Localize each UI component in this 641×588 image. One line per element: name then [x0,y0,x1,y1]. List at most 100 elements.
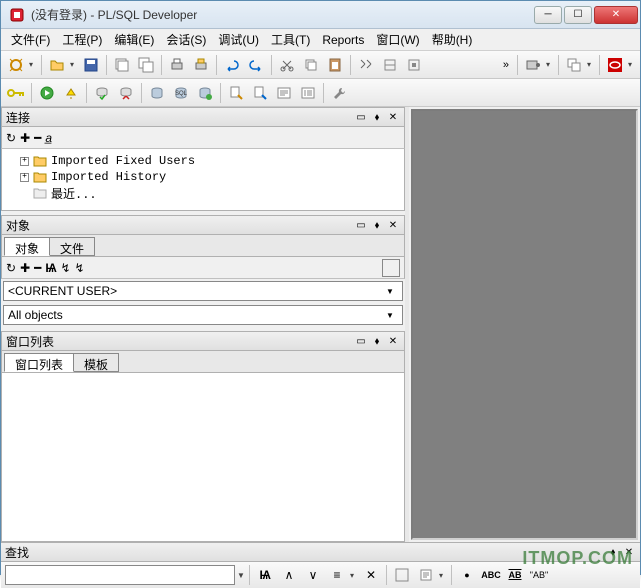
key-button[interactable] [5,82,27,104]
obj-panel-menu-icon[interactable]: ▭ [354,218,368,232]
find-all-icon[interactable]: ≡ [326,564,348,586]
conn-panel-menu-icon[interactable]: ▭ [354,110,368,124]
winlist-tab-template[interactable]: 模板 [73,353,119,372]
find-history-icon[interactable]: ▼ [237,571,245,580]
obj-panel-header: 对象 ▭ ⬧ ✕ [1,215,405,235]
menu-help[interactable]: 帮助(H) [426,29,479,50]
conn-rename-icon[interactable]: a̲ [45,131,52,145]
tree-item[interactable]: + Imported Fixed Users [6,153,400,169]
redo-button[interactable] [245,54,267,76]
explain-button[interactable] [273,82,295,104]
obj-filter-button[interactable] [382,259,400,277]
chevron-down-icon: ▼ [382,311,398,320]
open-button[interactable] [46,54,68,76]
expand-icon[interactable]: + [20,173,29,182]
compile-button[interactable] [225,82,247,104]
obj-panel-pin-icon[interactable]: ⬧ [370,218,384,232]
copy-button[interactable] [300,54,322,76]
user-combo-value: <CURRENT USER> [8,284,382,298]
winlist-pin-icon[interactable]: ⬧ [370,334,384,348]
tree-item[interactable]: 最近... [6,185,400,201]
db3-button[interactable] [194,82,216,104]
conn-panel-pin-icon[interactable]: ⬧ [370,110,384,124]
find-quote-icon[interactable]: "AB" [528,564,550,586]
new-button[interactable] [5,54,27,76]
list-button[interactable] [297,82,319,104]
new-win-button[interactable] [111,54,133,76]
find-prev-icon[interactable]: ∧ [278,564,300,586]
obj-panel-close-icon[interactable]: ✕ [386,218,400,232]
tree-item[interactable]: + Imported History [6,169,400,185]
obj-tab-files[interactable]: 文件 [49,237,95,256]
folder-icon [33,171,47,183]
winlist-tab-list[interactable]: 窗口列表 [4,353,74,372]
beautify-button[interactable] [249,82,271,104]
find-close2-icon[interactable]: ✕ [360,564,382,586]
menu-project[interactable]: 工程(P) [56,29,108,50]
find-close-icon[interactable]: ✕ [622,545,636,559]
menu-tool[interactable]: 工具(T) [265,29,316,50]
menu-edit[interactable]: 编辑(E) [108,29,160,50]
winlist-close-icon[interactable]: ✕ [386,334,400,348]
find-pin-icon[interactable]: ⬧ [606,545,620,559]
find-case-icon[interactable]: ABC [480,564,502,586]
obj-find-prev-icon[interactable]: ↯ [75,261,85,275]
commit-button[interactable] [91,82,113,104]
find-opt1-icon[interactable] [391,564,413,586]
paste-button[interactable] [324,54,346,76]
save-button[interactable] [80,54,102,76]
cut-button[interactable] [276,54,298,76]
obj-refresh-icon[interactable]: ↻ [6,261,16,275]
obj-remove-icon[interactable]: ━ [34,261,41,275]
menu-reports[interactable]: Reports [316,31,370,49]
rollback-button[interactable] [115,82,137,104]
db2-button[interactable]: SQL [170,82,192,104]
print-button[interactable] [166,54,188,76]
menu-window[interactable]: 窗口(W) [370,29,425,50]
maximize-button[interactable]: ☐ [564,6,592,24]
conn-panel-close-icon[interactable]: ✕ [386,110,400,124]
db1-button[interactable] [146,82,168,104]
conn-refresh-icon[interactable]: ↻ [6,131,16,145]
find-button[interactable] [355,54,377,76]
print-setup-button[interactable] [190,54,212,76]
find-next-icon[interactable]: ∨ [302,564,324,586]
main-toolbar: ▾ ▾ » ▾ ▾ ▾ [1,51,640,79]
user-combo[interactable]: <CURRENT USER> ▼ [3,281,403,301]
menu-file[interactable]: 文件(F) [5,29,56,50]
close-button[interactable]: ✕ [594,6,638,24]
find-binoculars-icon[interactable]: Ѩ [254,564,276,586]
find-opt2-icon[interactable] [415,564,437,586]
winlist-tabs: 窗口列表 模板 [1,351,405,373]
copy-win-button[interactable] [135,54,157,76]
filter-combo[interactable]: All objects ▼ [3,305,403,325]
find-word-icon[interactable]: AB [504,564,526,586]
obj-toolbar: ↻ ✚ ━ Ѩ ↯ ↯ [1,257,405,279]
replace-button[interactable] [379,54,401,76]
menu-session[interactable]: 会话(S) [160,29,212,50]
stop-button[interactable] [60,82,82,104]
conn-add-icon[interactable]: ✚ [20,131,30,145]
find-regex-icon[interactable]: ● [456,564,478,586]
cascade-button[interactable] [563,54,585,76]
tree-item-label: Imported History [51,170,166,184]
obj-tab-objects[interactable]: 对象 [4,237,50,256]
winlist-menu-icon[interactable]: ▭ [354,334,368,348]
minimize-button[interactable]: ─ [534,6,562,24]
toolbar-overflow-1[interactable]: » [499,59,513,71]
obj-add-icon[interactable]: ✚ [20,261,30,275]
undo-button[interactable] [221,54,243,76]
obj-find-next-icon[interactable]: ↯ [60,261,70,275]
find-input[interactable] [5,565,235,585]
conn-tree[interactable]: + Imported Fixed Users + Imported Histor… [1,149,405,211]
expand-icon[interactable]: + [20,157,29,166]
record-button[interactable] [522,54,544,76]
menu-debug[interactable]: 调试(U) [212,29,265,50]
conn-remove-icon[interactable]: ━ [34,131,41,145]
exec-button[interactable] [36,82,58,104]
oracle-button[interactable] [604,54,626,76]
obj-find-icon[interactable]: Ѩ [45,261,56,275]
wrench-button[interactable] [328,82,350,104]
winlist-body[interactable] [1,373,405,542]
goto-button[interactable] [403,54,425,76]
